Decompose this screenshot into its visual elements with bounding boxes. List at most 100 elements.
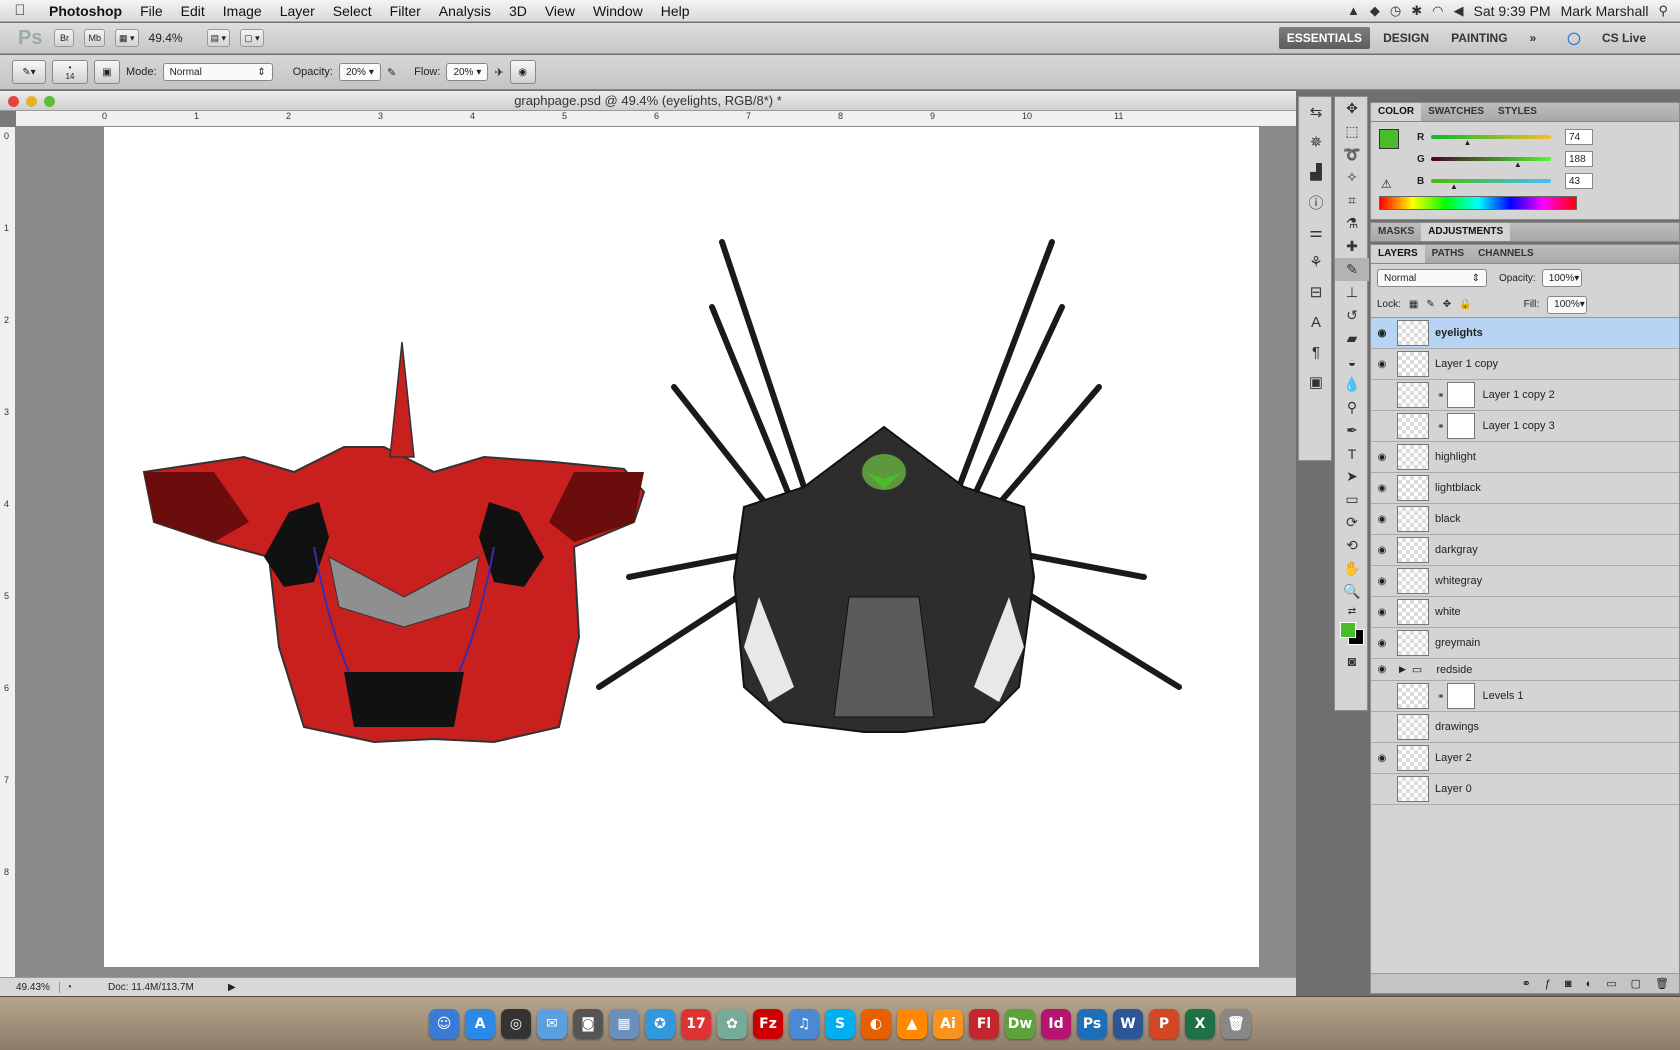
appstore-icon[interactable]: A: [465, 1008, 495, 1039]
blur-tool-icon[interactable]: 💧: [1335, 373, 1369, 396]
layer-row[interactable]: ⚭ Layer 1 copy 2: [1371, 380, 1679, 411]
minibridge-panel-icon[interactable]: ▣: [1299, 367, 1333, 397]
color-spectrum-bar[interactable]: [1379, 196, 1577, 210]
wifi-icon[interactable]: ◠: [1432, 3, 1443, 19]
pressure-size-toggle[interactable]: ◉: [509, 60, 536, 84]
lock-pixels-icon[interactable]: ✎: [1426, 299, 1434, 310]
zoom-tool-icon[interactable]: 🔍: [1335, 580, 1369, 603]
path-selection-tool-icon[interactable]: ➤: [1335, 465, 1369, 488]
visibility-eye-icon[interactable]: ◉: [1371, 483, 1393, 494]
shape-tool-icon[interactable]: ▭: [1335, 488, 1369, 511]
status-info-icon[interactable]: ◔: [60, 982, 78, 993]
word-icon[interactable]: W: [1113, 1008, 1143, 1039]
layer-thumbnail[interactable]: [1397, 351, 1429, 377]
color-swatches[interactable]: [1335, 619, 1369, 649]
menu-window[interactable]: Window: [584, 3, 652, 19]
quick-selection-tool-icon[interactable]: ✧: [1335, 166, 1369, 189]
bluetooth-icon[interactable]: ✱: [1411, 3, 1422, 19]
horizontal-ruler[interactable]: 0 1 2 3 4 5 6 7 8 9 10 11: [16, 111, 1296, 127]
info-panel-icon[interactable]: ⓘ: [1299, 187, 1333, 217]
apple-menu-icon[interactable]: : [0, 2, 40, 19]
layer-thumbnail[interactable]: [1397, 714, 1429, 740]
tab-layers[interactable]: LAYERS: [1371, 245, 1425, 263]
link-layers-icon[interactable]: ⚭: [1522, 977, 1531, 990]
layer-row[interactable]: ◉ darkgray: [1371, 535, 1679, 566]
new-group-icon[interactable]: ▭: [1606, 977, 1616, 990]
tool-presets-panel-icon[interactable]: ⊟: [1299, 277, 1333, 307]
layer-thumbnail[interactable]: [1397, 320, 1429, 346]
history-brush-tool-icon[interactable]: ↺: [1335, 304, 1369, 327]
tab-paths[interactable]: PATHS: [1425, 245, 1471, 263]
dodge-tool-icon[interactable]: ⚲: [1335, 396, 1369, 419]
clock[interactable]: Sat 9:39 PM: [1474, 3, 1551, 19]
screen-mode-button[interactable]: ▢ ▾: [240, 29, 264, 47]
vertical-ruler[interactable]: 0 1 2 3 4 5 6 7 8: [0, 127, 16, 977]
cs-live-button[interactable]: ◯ CS Live: [1549, 27, 1664, 49]
pressure-opacity-icon[interactable]: ✎: [387, 66, 396, 79]
slider-thumb-icon[interactable]: ▲: [1463, 138, 1471, 147]
firefox-icon[interactable]: ◐: [861, 1008, 891, 1039]
opacity-field[interactable]: 20% ▾: [338, 63, 381, 81]
layer-row[interactable]: ◉ black: [1371, 504, 1679, 535]
layer-thumbnail[interactable]: [1397, 413, 1429, 439]
delete-layer-icon[interactable]: 🗑: [1655, 977, 1669, 990]
green-slider[interactable]: ▲: [1431, 157, 1551, 169]
layer-thumbnail[interactable]: [1397, 537, 1429, 563]
more-workspaces-button[interactable]: »: [1521, 27, 1546, 49]
layer-row[interactable]: ◉ lightblack: [1371, 473, 1679, 504]
red-slider[interactable]: ▲: [1431, 135, 1551, 147]
group-expand-icon[interactable]: ▶: [1399, 664, 1406, 675]
menu-select[interactable]: Select: [324, 3, 381, 19]
itunes-icon[interactable]: ♫: [789, 1008, 819, 1039]
illustrator-icon[interactable]: Ai: [933, 1008, 963, 1039]
layer-row[interactable]: ⚭ Levels 1: [1371, 681, 1679, 712]
safari-icon[interactable]: ✪: [645, 1008, 675, 1039]
visibility-eye-icon[interactable]: ◉: [1371, 607, 1393, 618]
canvas-area[interactable]: [16, 127, 1296, 977]
mode-select[interactable]: Normal ⇕: [162, 63, 273, 81]
mask-link-icon[interactable]: ⚭: [1437, 390, 1445, 401]
layer-mask-thumbnail[interactable]: [1446, 382, 1475, 408]
menu-view[interactable]: View: [536, 3, 584, 19]
new-adjustment-icon[interactable]: ◐: [1586, 978, 1593, 990]
layer-thumbnail[interactable]: [1397, 475, 1429, 501]
dashboard-icon[interactable]: ◎: [501, 1008, 531, 1039]
ichat-icon[interactable]: ✉: [537, 1008, 567, 1039]
fg-color-chip[interactable]: [1379, 129, 1399, 149]
lock-all-icon[interactable]: 🔒: [1459, 299, 1471, 310]
menu-analysis[interactable]: Analysis: [430, 3, 500, 19]
brush-presets-panel-icon[interactable]: ⚌: [1299, 217, 1333, 247]
brush-panel-toggle[interactable]: ▣: [94, 60, 120, 84]
paragraph-panel-icon[interactable]: ¶: [1299, 337, 1333, 367]
eraser-tool-icon[interactable]: ▰: [1335, 327, 1369, 350]
document-title-bar[interactable]: graphpage.psd @ 49.4% (eyelights, RGB/8*…: [0, 91, 1296, 111]
green-value[interactable]: 188: [1565, 151, 1593, 167]
facetime-icon[interactable]: ◙: [573, 1008, 603, 1039]
layer-opacity-field[interactable]: 100% ▾: [1541, 269, 1582, 287]
visibility-eye-icon[interactable]: ◉: [1371, 638, 1393, 649]
add-mask-icon[interactable]: ◙: [1565, 978, 1572, 990]
slider-thumb-icon[interactable]: ▲: [1450, 182, 1458, 191]
tab-color[interactable]: COLOR: [1371, 103, 1422, 121]
menu-app-photoshop[interactable]: Photoshop: [40, 3, 131, 19]
ical-icon[interactable]: 17: [681, 1008, 711, 1039]
visibility-eye-icon[interactable]: ◉: [1371, 328, 1393, 339]
layer-row[interactable]: drawings: [1371, 712, 1679, 743]
view-extras-button[interactable]: ▦ ▾: [114, 29, 139, 47]
layer-thumbnail[interactable]: [1397, 630, 1429, 656]
preview-icon[interactable]: ▦: [609, 1008, 639, 1039]
menu-3d[interactable]: 3D: [500, 3, 536, 19]
navigator-panel-icon[interactable]: ✵: [1299, 127, 1333, 157]
finder-icon[interactable]: ☺: [429, 1008, 459, 1039]
swap-colors-icon[interactable]: ⇄: [1335, 603, 1369, 619]
tab-styles[interactable]: STYLES: [1491, 103, 1544, 121]
flash-icon[interactable]: Fl: [969, 1008, 999, 1039]
layer-row[interactable]: ◉ eyelights: [1371, 318, 1679, 349]
layer-thumbnail[interactable]: [1397, 599, 1429, 625]
pen-tool-icon[interactable]: ✒: [1335, 419, 1369, 442]
excel-icon[interactable]: X: [1185, 1008, 1215, 1039]
3d-orbit-tool-icon[interactable]: ⟲: [1335, 534, 1369, 557]
layer-row[interactable]: ◉ highlight: [1371, 442, 1679, 473]
histogram-panel-icon[interactable]: ▟: [1299, 157, 1333, 187]
new-layer-icon[interactable]: ▢: [1631, 977, 1641, 990]
